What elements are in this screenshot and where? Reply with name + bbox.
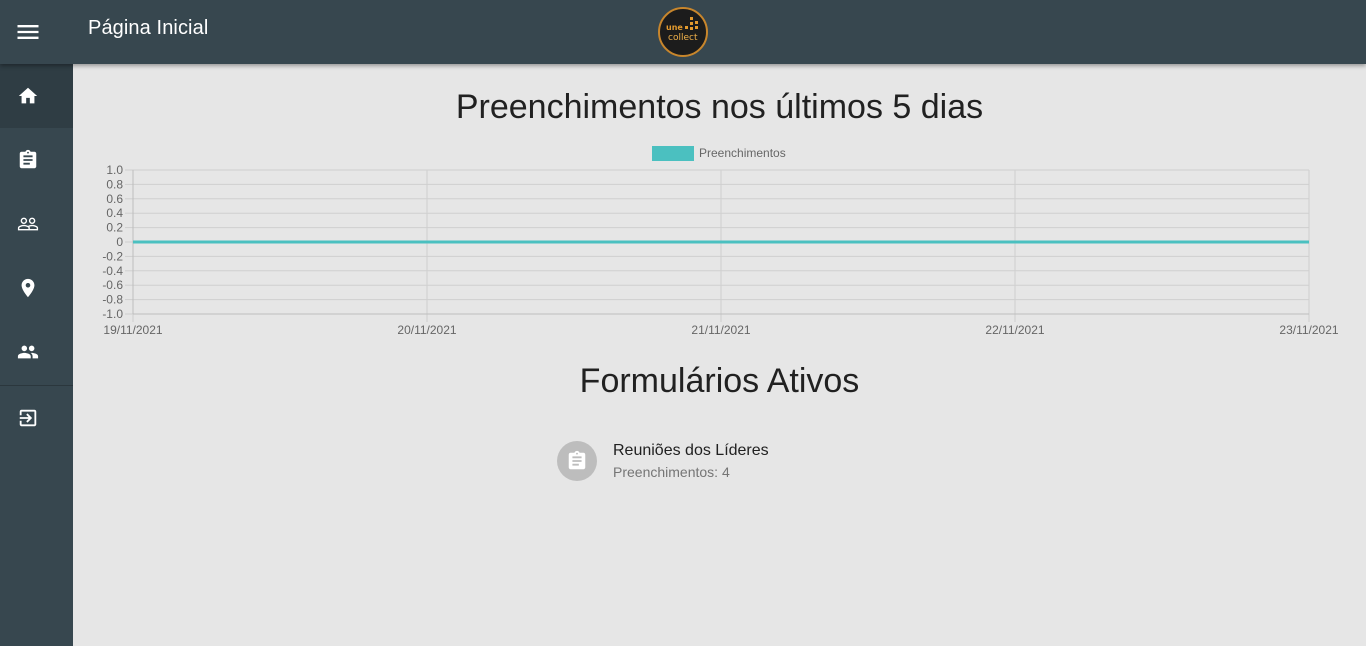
logo-text-line2: collect <box>668 33 698 43</box>
sidebar-item-users[interactable] <box>0 192 73 256</box>
active-forms-title: Formulários Ativos <box>579 362 860 400</box>
sidebar-item-groups[interactable] <box>0 320 73 384</box>
sidebar-item-logout[interactable] <box>0 386 73 450</box>
y-tick-label: 1.0 <box>106 163 123 177</box>
clipboard-icon <box>19 149 37 169</box>
app-bar: Página Inicial une collect <box>0 0 1366 64</box>
y-tick-label: 0.8 <box>106 177 123 191</box>
x-tick-label: 23/11/2021 <box>1279 323 1338 337</box>
y-tick-label: -0.8 <box>102 293 123 307</box>
main-content: Preenchimentos nos últimos 5 dias Preenc… <box>73 64 1366 646</box>
list-item-form[interactable]: Reuniões dos Líderes Preenchimentos: 4 <box>557 440 817 482</box>
y-tick-label: -0.4 <box>102 264 123 278</box>
form-name: Reuniões dos Líderes <box>613 442 769 459</box>
logo-text-line1: une <box>666 23 683 32</box>
form-avatar <box>557 441 597 481</box>
sidebar-item-locations[interactable] <box>0 256 73 320</box>
people-outline-icon <box>17 217 39 231</box>
form-fill-count: Preenchimentos: 4 <box>613 464 730 480</box>
y-tick-label: 0.2 <box>106 221 123 235</box>
home-icon <box>18 87 38 104</box>
sidebar <box>0 64 73 646</box>
y-tick-label: 0.4 <box>106 206 123 220</box>
y-tick-label: -0.2 <box>102 249 123 263</box>
unecollect-logo: une collect <box>658 7 708 57</box>
chart-title: Preenchimentos nos últimos 5 dias <box>455 88 984 126</box>
y-tick-label: -1.0 <box>102 307 123 321</box>
y-tick-label: -0.6 <box>102 278 123 292</box>
sidebar-item-forms[interactable] <box>0 128 73 192</box>
y-tick-label: 0.6 <box>106 192 123 206</box>
menu-icon <box>17 25 39 39</box>
logout-icon <box>19 409 37 427</box>
x-tick-label: 19/11/2021 <box>103 323 162 337</box>
x-tick-label: 20/11/2021 <box>397 323 456 337</box>
page-title: Página Inicial <box>88 17 209 39</box>
group-icon <box>17 345 39 359</box>
location-pin-icon <box>21 278 35 298</box>
x-tick-label: 21/11/2021 <box>691 323 750 337</box>
x-tick-label: 22/11/2021 <box>985 323 1044 337</box>
legend-swatch <box>652 146 694 161</box>
clipboard-icon <box>568 450 586 470</box>
sidebar-item-home[interactable] <box>0 64 73 128</box>
legend-label: Preenchimentos <box>699 146 786 160</box>
y-tick-label: 0 <box>116 235 123 249</box>
menu-button[interactable] <box>14 18 42 46</box>
